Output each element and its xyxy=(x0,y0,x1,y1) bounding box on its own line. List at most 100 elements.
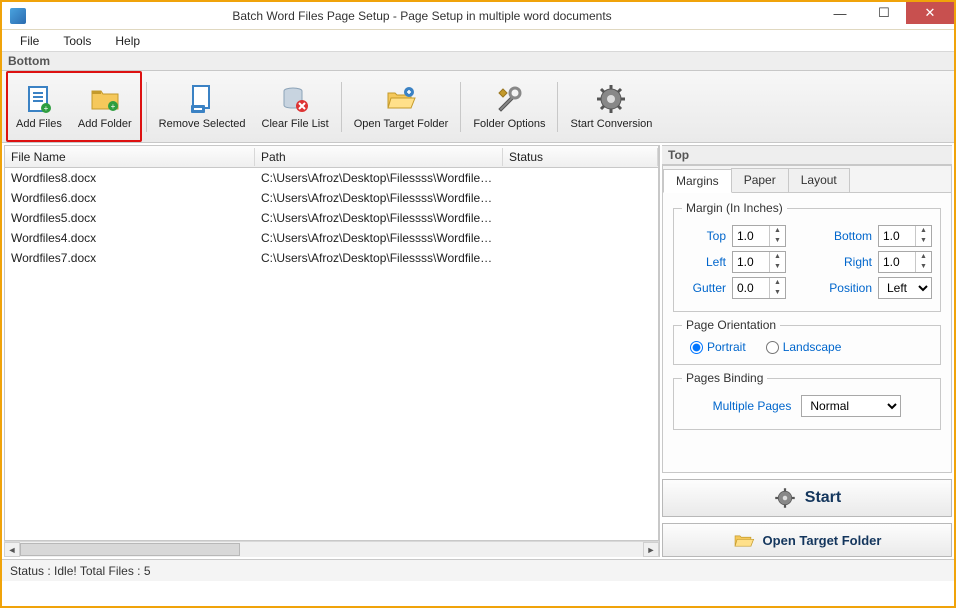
folder-options-button[interactable]: Folder Options xyxy=(465,76,553,138)
spin-up-icon[interactable]: ▲ xyxy=(770,252,785,262)
spin-down-icon[interactable]: ▼ xyxy=(770,288,785,298)
titlebar: Batch Word Files Page Setup - Page Setup… xyxy=(2,2,954,30)
orientation-landscape[interactable]: Landscape xyxy=(766,340,842,354)
clear-list-button[interactable]: Clear File List xyxy=(254,76,337,138)
cell-filename: Wordfiles8.docx xyxy=(5,170,255,186)
margin-right-input[interactable]: ▲▼ xyxy=(878,251,932,273)
tabs: Margins Paper Layout xyxy=(663,166,951,193)
remove-selected-label: Remove Selected xyxy=(159,118,246,130)
toolbar-add-group: + Add Files + Add Folder xyxy=(6,71,142,142)
spin-up-icon[interactable]: ▲ xyxy=(770,226,785,236)
tools-icon xyxy=(493,83,525,115)
cell-filename: Wordfiles4.docx xyxy=(5,230,255,246)
menu-help[interactable]: Help xyxy=(105,32,150,50)
minimize-button[interactable]: — xyxy=(818,2,862,24)
folder-options-label: Folder Options xyxy=(473,118,545,130)
margin-bottom-label: Bottom xyxy=(818,229,872,243)
statusbar: Status : Idle! Total Files : 5 xyxy=(2,559,954,581)
scroll-right-icon[interactable]: ► xyxy=(643,542,659,557)
cell-status xyxy=(503,177,658,179)
cell-status xyxy=(503,217,658,219)
table-row[interactable]: Wordfiles4.docxC:\Users\Afroz\Desktop\Fi… xyxy=(5,228,658,248)
file-list-panel: File Name Path Status Wordfiles8.docxC:\… xyxy=(4,145,660,557)
file-remove-icon xyxy=(186,83,218,115)
margin-top-input[interactable]: ▲▼ xyxy=(732,225,786,247)
margin-fieldset: Margin (In Inches) Top ▲▼ Bottom ▲▼ xyxy=(673,201,941,312)
files-icon: + xyxy=(23,83,55,115)
toolbar-separator xyxy=(460,82,461,132)
scroll-track[interactable] xyxy=(20,542,643,557)
close-button[interactable]: ✕ xyxy=(906,2,954,24)
spin-up-icon[interactable]: ▲ xyxy=(770,278,785,288)
table-body: Wordfiles8.docxC:\Users\Afroz\Desktop\Fi… xyxy=(5,168,658,540)
status-text: Status : Idle! Total Files : 5 xyxy=(10,564,151,578)
add-folder-button[interactable]: + Add Folder xyxy=(70,76,140,138)
clear-list-label: Clear File List xyxy=(262,118,329,130)
cell-filename: Wordfiles6.docx xyxy=(5,190,255,206)
cell-filename: Wordfiles5.docx xyxy=(5,210,255,226)
svg-text:+: + xyxy=(110,102,115,111)
cell-status xyxy=(503,237,658,239)
open-target-folder-button[interactable]: Open Target Folder xyxy=(662,523,952,557)
margin-legend: Margin (In Inches) xyxy=(682,201,787,215)
table-row[interactable]: Wordfiles6.docxC:\Users\Afroz\Desktop\Fi… xyxy=(5,188,658,208)
binding-label: Multiple Pages xyxy=(713,399,792,413)
binding-fieldset: Pages Binding Multiple Pages Normal xyxy=(673,371,941,430)
cell-path: C:\Users\Afroz\Desktop\Filessss\Wordfile… xyxy=(255,190,503,206)
tab-margins[interactable]: Margins xyxy=(663,169,732,193)
menu-file[interactable]: File xyxy=(10,32,49,50)
start-conversion-button[interactable]: Start Conversion xyxy=(562,76,660,138)
cell-path: C:\Users\Afroz\Desktop\Filessss\Wordfile… xyxy=(255,170,503,186)
menu-tools[interactable]: Tools xyxy=(53,32,101,50)
table-row[interactable]: Wordfiles5.docxC:\Users\Afroz\Desktop\Fi… xyxy=(5,208,658,228)
start-conversion-label: Start Conversion xyxy=(570,118,652,130)
col-status[interactable]: Status xyxy=(503,148,658,166)
gear-icon xyxy=(595,83,627,115)
margin-right-label: Right xyxy=(818,255,872,269)
open-target-label: Open Target Folder xyxy=(354,118,449,130)
table-row[interactable]: Wordfiles8.docxC:\Users\Afroz\Desktop\Fi… xyxy=(5,168,658,188)
add-files-label: Add Files xyxy=(16,118,62,130)
spin-up-icon[interactable]: ▲ xyxy=(916,252,931,262)
margin-bottom-input[interactable]: ▲▼ xyxy=(878,225,932,247)
add-files-button[interactable]: + Add Files xyxy=(8,76,70,138)
remove-selected-button[interactable]: Remove Selected xyxy=(151,76,254,138)
open-target-button[interactable]: Open Target Folder xyxy=(346,76,457,138)
spin-down-icon[interactable]: ▼ xyxy=(770,236,785,246)
clear-list-icon xyxy=(279,83,311,115)
toolbar-separator xyxy=(146,82,147,132)
spin-down-icon[interactable]: ▼ xyxy=(916,236,931,246)
table-header: File Name Path Status xyxy=(5,146,658,168)
binding-legend: Pages Binding xyxy=(682,371,767,385)
binding-select[interactable]: Normal xyxy=(801,395,901,417)
menubar: File Tools Help xyxy=(2,30,954,52)
maximize-button[interactable]: ☐ xyxy=(862,2,906,24)
margin-gutter-input[interactable]: ▲▼ xyxy=(732,277,786,299)
col-path[interactable]: Path xyxy=(255,148,503,166)
margin-gutter-label: Gutter xyxy=(682,281,726,295)
spin-down-icon[interactable]: ▼ xyxy=(770,262,785,272)
margin-left-input[interactable]: ▲▼ xyxy=(732,251,786,273)
margin-top-label: Top xyxy=(682,229,726,243)
spin-down-icon[interactable]: ▼ xyxy=(916,262,931,272)
table-row[interactable]: Wordfiles7.docxC:\Users\Afroz\Desktop\Fi… xyxy=(5,248,658,268)
orientation-portrait[interactable]: Portrait xyxy=(690,340,746,354)
folder-open-icon xyxy=(385,83,417,115)
margin-position-select[interactable]: Left xyxy=(878,277,932,299)
orientation-legend: Page Orientation xyxy=(682,318,780,332)
cell-path: C:\Users\Afroz\Desktop\Filessss\Wordfile… xyxy=(255,250,503,266)
scroll-thumb[interactable] xyxy=(20,543,240,556)
tab-layout[interactable]: Layout xyxy=(788,168,850,192)
spin-up-icon[interactable]: ▲ xyxy=(916,226,931,236)
toolbar-separator xyxy=(341,82,342,132)
col-filename[interactable]: File Name xyxy=(5,148,255,166)
toolbar: + Add Files + Add Folder Remove Selected… xyxy=(2,71,954,143)
horizontal-scrollbar[interactable]: ◄ ► xyxy=(4,541,659,557)
margin-position-label: Position xyxy=(818,281,872,295)
cell-status xyxy=(503,197,658,199)
start-button[interactable]: Start xyxy=(662,479,952,517)
scroll-left-icon[interactable]: ◄ xyxy=(4,542,20,557)
section-top-label: Top xyxy=(662,145,952,165)
tab-paper[interactable]: Paper xyxy=(731,168,789,192)
toolbar-separator xyxy=(557,82,558,132)
